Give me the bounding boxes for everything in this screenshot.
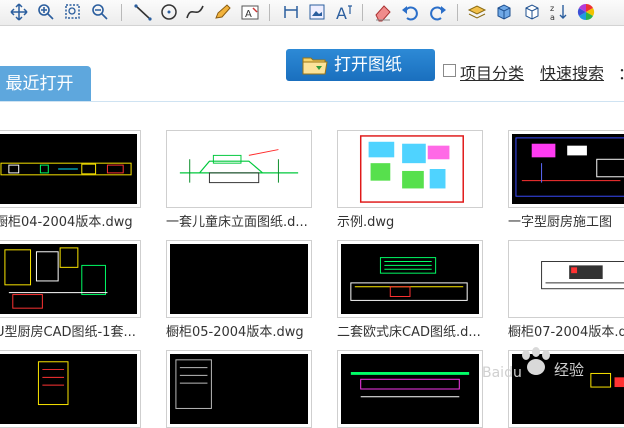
text-style-icon[interactable]: A bbox=[334, 2, 354, 22]
pencil-icon[interactable] bbox=[212, 2, 232, 22]
toolbar-separator bbox=[269, 4, 270, 21]
open-drawing-button[interactable]: 打开图纸 bbox=[286, 49, 435, 81]
file-thumbnail[interactable] bbox=[508, 240, 624, 318]
watermark-brand: Baidu bbox=[482, 365, 522, 381]
file-name[interactable]: U型厨房CAD图纸-1套... bbox=[0, 321, 155, 340]
layers-icon[interactable] bbox=[467, 2, 487, 22]
file-name[interactable]: 一字型厨房施工图 bbox=[508, 211, 624, 230]
zoom-in-icon[interactable] bbox=[36, 2, 56, 22]
file-name[interactable]: 示例.dwg bbox=[337, 211, 497, 230]
dimension-icon[interactable] bbox=[281, 2, 301, 22]
circle-icon[interactable] bbox=[159, 2, 179, 22]
file-thumbnail[interactable] bbox=[337, 130, 483, 208]
color-wheel-icon[interactable] bbox=[576, 2, 596, 22]
overflow-glyph: ： bbox=[618, 60, 624, 84]
sort-icon[interactable]: za bbox=[549, 2, 569, 22]
toolbar: A A za bbox=[0, 0, 624, 26]
file-thumbnail[interactable] bbox=[508, 130, 624, 208]
baidu-jingyan-watermark: Baidu 经验 bbox=[478, 343, 624, 393]
file-thumbnail[interactable] bbox=[166, 130, 312, 208]
redo-icon[interactable] bbox=[428, 2, 448, 22]
file-thumbnail[interactable] bbox=[166, 240, 312, 318]
line-icon[interactable] bbox=[133, 2, 153, 22]
project-classify-checkbox[interactable] bbox=[443, 64, 456, 77]
project-classify-link[interactable]: 项目分类 bbox=[460, 60, 524, 84]
toolbar-separator bbox=[121, 4, 122, 21]
file-thumbnail[interactable] bbox=[337, 350, 483, 428]
eraser-icon[interactable] bbox=[373, 2, 393, 22]
pan-icon[interactable] bbox=[9, 2, 29, 22]
text-edit-icon[interactable]: A bbox=[240, 2, 260, 22]
image-icon[interactable] bbox=[307, 2, 327, 22]
file-name[interactable]: 橱柜07-2004版本.dwg bbox=[508, 321, 624, 340]
toolbar-separator bbox=[457, 4, 458, 21]
undo-icon[interactable] bbox=[400, 2, 420, 22]
zoom-window-icon[interactable] bbox=[63, 2, 83, 22]
open-drawing-label: 打开图纸 bbox=[334, 55, 402, 75]
cube-icon[interactable] bbox=[494, 2, 514, 22]
tab-underline bbox=[0, 101, 624, 102]
zoom-out-icon[interactable] bbox=[90, 2, 110, 22]
file-thumbnail[interactable] bbox=[337, 240, 483, 318]
open-folder-icon bbox=[302, 53, 328, 77]
file-thumbnail[interactable] bbox=[0, 350, 141, 428]
svg-text:a: a bbox=[550, 13, 555, 22]
file-thumbnail[interactable] bbox=[0, 240, 141, 318]
svg-text:z: z bbox=[550, 4, 554, 13]
file-thumbnail[interactable] bbox=[0, 130, 141, 208]
file-name[interactable]: 一套儿童床立面图纸.d... bbox=[166, 211, 326, 230]
svg-text:A: A bbox=[336, 4, 347, 22]
file-name[interactable]: 橱柜05-2004版本.dwg bbox=[166, 321, 326, 340]
file-name[interactable]: 二套欧式床CAD图纸.d... bbox=[337, 321, 497, 340]
3d-view-icon[interactable] bbox=[522, 2, 542, 22]
toolbar-separator bbox=[362, 4, 363, 21]
quick-search-link[interactable]: 快速搜索 bbox=[540, 60, 604, 84]
svg-text:A: A bbox=[245, 9, 252, 20]
tab-recent[interactable]: 最近打开 bbox=[0, 66, 91, 102]
file-name[interactable]: 橱柜04-2004版本.dwg bbox=[0, 211, 155, 230]
file-thumbnail[interactable] bbox=[166, 350, 312, 428]
spline-icon[interactable] bbox=[185, 2, 205, 22]
watermark-text: 经验 bbox=[554, 361, 584, 379]
